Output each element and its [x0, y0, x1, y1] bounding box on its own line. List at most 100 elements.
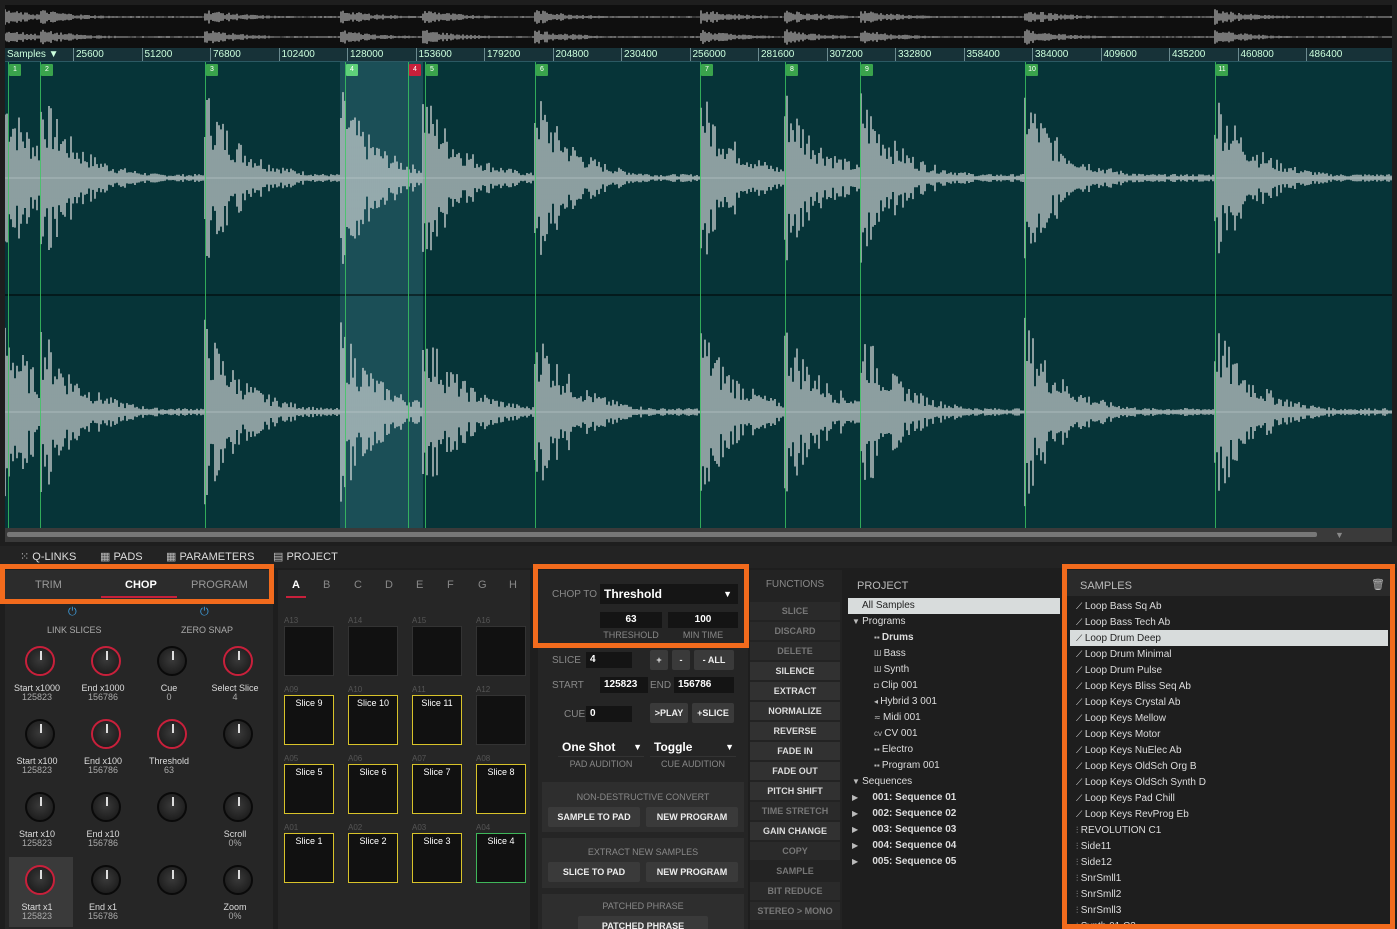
sample-item[interactable]: ⟋ Loop Keys Motor — [1070, 726, 1388, 742]
mode-tab-chop[interactable]: CHOP — [125, 579, 157, 591]
function-button[interactable]: FADE OUT — [750, 762, 840, 780]
function-button[interactable]: REVERSE — [750, 722, 840, 740]
knob[interactable] — [223, 865, 253, 895]
project-item[interactable]: All Samples — [862, 598, 915, 614]
slice-marker-line[interactable] — [700, 62, 701, 528]
slice-marker-line[interactable] — [860, 62, 861, 528]
end-value[interactable]: 156786 — [674, 677, 734, 693]
project-item[interactable]: ▶ 004: Sequence 04 — [852, 838, 956, 854]
pad[interactable]: Slice 9 — [284, 695, 334, 745]
slice-marker-line[interactable] — [785, 62, 786, 528]
function-button[interactable]: DELETE — [750, 642, 840, 660]
pad[interactable]: Slice 4 — [476, 833, 526, 883]
sample-item[interactable]: ⫶ REVOLUTION C1 — [1070, 822, 1388, 838]
min-time-value[interactable]: 100 — [668, 612, 738, 628]
slice-marker[interactable]: 6 — [536, 64, 548, 76]
pad[interactable]: Slice 7 — [412, 764, 462, 814]
slice-marker-line[interactable] — [40, 62, 41, 528]
knob[interactable] — [91, 719, 121, 749]
slice-marker-line[interactable] — [1025, 62, 1026, 528]
knob[interactable] — [91, 646, 121, 676]
slice-plus-button[interactable]: + — [650, 650, 668, 670]
slice-marker[interactable]: 10 — [1026, 64, 1038, 76]
pad[interactable] — [412, 626, 462, 676]
knob[interactable] — [25, 646, 55, 676]
pad-bank-h[interactable]: H — [509, 579, 517, 591]
knob[interactable] — [91, 865, 121, 895]
slice-marker-line[interactable] — [205, 62, 206, 528]
pad[interactable] — [476, 626, 526, 676]
pad[interactable]: Slice 11 — [412, 695, 462, 745]
horizontal-scrollbar[interactable]: ▼ — [5, 528, 1392, 542]
slice-marker-line[interactable] — [535, 62, 536, 528]
slice-marker-line[interactable] — [8, 62, 9, 528]
project-item[interactable]: ▶ 001: Sequence 01 — [852, 790, 956, 806]
pad[interactable] — [284, 626, 334, 676]
sample-item[interactable]: ⟋ Loop Keys Bliss Seq Ab — [1070, 678, 1388, 694]
ruler-unit-dropdown[interactable]: Samples ▼ — [7, 48, 59, 61]
sample-item[interactable]: ⟋ Loop Keys OldSch Org B — [1070, 758, 1388, 774]
function-button[interactable]: GAIN CHANGE — [750, 822, 840, 840]
sample-item[interactable]: ⟋ Loop Keys Crystal Ab — [1070, 694, 1388, 710]
function-button[interactable]: TIME STRETCH — [750, 802, 840, 820]
tab-pads[interactable]: ▦ PADS — [100, 546, 143, 568]
pad-bank-d[interactable]: D — [385, 579, 393, 591]
function-button[interactable]: STEREO > MONO — [750, 902, 840, 920]
knob[interactable] — [91, 792, 121, 822]
sample-item[interactable]: ⟋ Loop Bass Tech Ab — [1070, 614, 1388, 630]
new-program-button-2[interactable]: NEW PROGRAM — [646, 862, 738, 882]
function-button[interactable]: SILENCE — [750, 662, 840, 680]
sample-item[interactable]: ⟋ Loop Keys RevProg Eb — [1070, 806, 1388, 822]
sample-item[interactable]: ⫶ Side11 — [1070, 838, 1388, 854]
project-item[interactable]: ▼ Programs — [852, 614, 906, 630]
mode-tab-program[interactable]: PROGRAM — [191, 579, 248, 591]
sample-item[interactable]: ⫶ SnrSmll2 — [1070, 886, 1388, 902]
scrollbar-thumb[interactable] — [7, 532, 1317, 537]
knob[interactable] — [223, 646, 253, 676]
sample-item[interactable]: ⫶ SnrSmll1 — [1070, 870, 1388, 886]
pad[interactable]: Slice 2 — [348, 833, 398, 883]
new-program-button-1[interactable]: NEW PROGRAM — [646, 807, 738, 827]
slice-marker[interactable]: 5 — [426, 64, 438, 76]
cue-value[interactable]: 0 — [586, 706, 632, 722]
trash-icon[interactable]: 🗑 — [1371, 578, 1385, 591]
main-waveform[interactable]: 1 2 3 4 4 5 6 7 8 9 10 11 — [5, 62, 1392, 528]
sample-item[interactable]: ⫶ SnrSmll3 — [1070, 902, 1388, 918]
slice-marker[interactable]: 4 — [346, 64, 358, 76]
pad-bank-f[interactable]: F — [447, 579, 454, 591]
overview-waveform[interactable] — [5, 5, 1392, 49]
function-button[interactable]: FADE IN — [750, 742, 840, 760]
pad[interactable]: Slice 1 — [284, 833, 334, 883]
sample-item[interactable]: ⟋ Loop Keys OldSch Synth D — [1070, 774, 1388, 790]
sample-item[interactable]: ⟋ Loop Keys Mellow — [1070, 710, 1388, 726]
knob[interactable] — [157, 646, 187, 676]
project-item[interactable]: Ш Synth — [874, 662, 909, 678]
function-button[interactable]: NORMALIZE — [750, 702, 840, 720]
slice-marker-line[interactable] — [425, 62, 426, 528]
pad[interactable]: Slice 6 — [348, 764, 398, 814]
sample-item[interactable]: ⟋ Loop Keys NuElec Ab — [1070, 742, 1388, 758]
knob[interactable] — [157, 719, 187, 749]
pad[interactable] — [476, 695, 526, 745]
project-item[interactable]: ◂ Hybrid 3 001 — [874, 694, 937, 710]
tab-project[interactable]: ▤ PROJECT — [273, 546, 338, 568]
add-slice-button[interactable]: +SLICE — [692, 703, 734, 723]
slice-marker[interactable]: 7 — [701, 64, 713, 76]
slice-marker-line[interactable] — [408, 62, 409, 528]
pad-audition-dropdown[interactable]: One Shot ▼ — [558, 737, 644, 757]
project-item[interactable]: Ш Bass — [874, 646, 906, 662]
pad-bank-c[interactable]: C — [354, 579, 362, 591]
knob[interactable] — [157, 792, 187, 822]
sample-item[interactable]: ⫶ Side12 — [1070, 854, 1388, 870]
link-slices-power-icon[interactable]: ⏻ — [68, 606, 77, 619]
slice-marker[interactable]: 11 — [1216, 64, 1228, 76]
sample-item[interactable]: ⟋ Loop Bass Sq Ab — [1070, 598, 1388, 614]
knob[interactable] — [223, 792, 253, 822]
project-item[interactable]: ▼ Sequences — [852, 774, 912, 790]
pad-bank-a[interactable]: A — [292, 579, 300, 591]
sample-item[interactable]: ⫶ Synth 01 C3 — [1070, 918, 1388, 928]
start-value[interactable]: 125823 — [600, 677, 648, 693]
slice-marker[interactable]: 3 — [206, 64, 218, 76]
slice-marker[interactable]: 4 — [409, 64, 421, 76]
scroll-arrow-icon[interactable]: ▼ — [1335, 530, 1344, 540]
